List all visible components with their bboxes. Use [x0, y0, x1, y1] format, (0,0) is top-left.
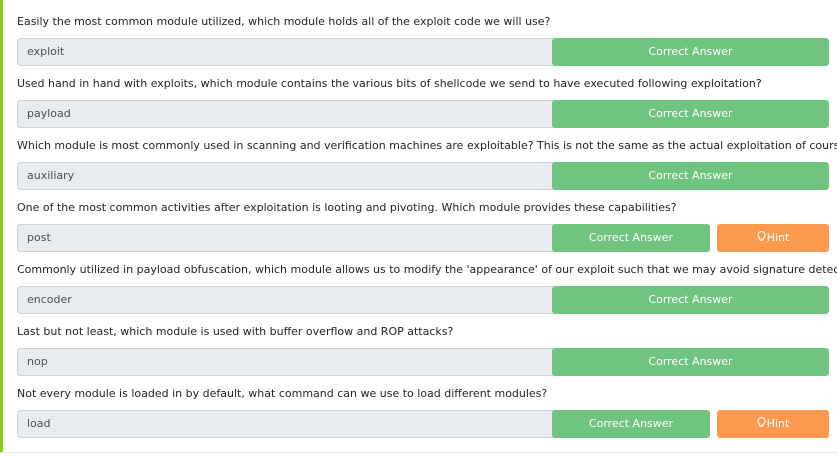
bottom-divider	[0, 452, 837, 453]
question-text: Last but not least, which module is used…	[17, 325, 454, 338]
question-list: Easily the most common module utilized, …	[17, 11, 837, 445]
answer-row: nop Correct Answer	[17, 348, 829, 376]
hint-label: Hint	[766, 231, 790, 244]
hint-button[interactable]: Hint	[717, 224, 829, 252]
answer-field[interactable]: exploit	[17, 38, 555, 66]
correct-answer-button[interactable]: Correct Answer	[552, 38, 829, 66]
question-text: One of the most common activities after …	[17, 201, 677, 214]
question-3: Which module is most commonly used in sc…	[17, 135, 837, 197]
answer-row: post Correct Answer Hint	[17, 224, 829, 252]
answer-row: auxiliary Correct Answer	[17, 162, 829, 190]
question-text: Which module is most commonly used in sc…	[17, 139, 837, 152]
correct-answer-button[interactable]: Correct Answer	[552, 162, 829, 190]
answer-field[interactable]: encoder	[17, 286, 555, 314]
question-5: Commonly utilized in payload obfuscation…	[17, 259, 837, 321]
answer-row: load Correct Answer Hint	[17, 410, 829, 438]
correct-answer-button[interactable]: Correct Answer	[552, 286, 829, 314]
question-text: Commonly utilized in payload obfuscation…	[17, 263, 837, 276]
answer-field[interactable]: load	[17, 410, 555, 438]
answer-field[interactable]: auxiliary	[17, 162, 555, 190]
question-7: Not every module is loaded in by default…	[17, 383, 829, 445]
question-6: Last but not least, which module is used…	[17, 321, 829, 383]
hint-label: Hint	[766, 417, 790, 430]
lightbulb-icon	[757, 411, 766, 439]
answer-field[interactable]: nop	[17, 348, 555, 376]
lightbulb-icon	[757, 225, 766, 253]
question-1: Easily the most common module utilized, …	[17, 11, 829, 73]
correct-answer-button[interactable]: Correct Answer	[552, 224, 710, 252]
question-4: One of the most common activities after …	[17, 197, 829, 259]
answer-row: exploit Correct Answer	[17, 38, 829, 66]
question-text: Not every module is loaded in by default…	[17, 387, 548, 400]
hint-button[interactable]: Hint	[717, 410, 829, 438]
answer-row: payload Correct Answer	[17, 100, 829, 128]
answer-row: encoder Correct Answer	[17, 286, 829, 314]
answer-field[interactable]: payload	[17, 100, 555, 128]
question-text: Used hand in hand with exploits, which m…	[17, 77, 762, 90]
question-2: Used hand in hand with exploits, which m…	[17, 73, 829, 135]
task-accent-bar	[0, 0, 3, 452]
question-text: Easily the most common module utilized, …	[17, 15, 551, 28]
correct-answer-button[interactable]: Correct Answer	[552, 348, 829, 376]
correct-answer-button[interactable]: Correct Answer	[552, 410, 710, 438]
correct-answer-button[interactable]: Correct Answer	[552, 100, 829, 128]
answer-field[interactable]: post	[17, 224, 555, 252]
